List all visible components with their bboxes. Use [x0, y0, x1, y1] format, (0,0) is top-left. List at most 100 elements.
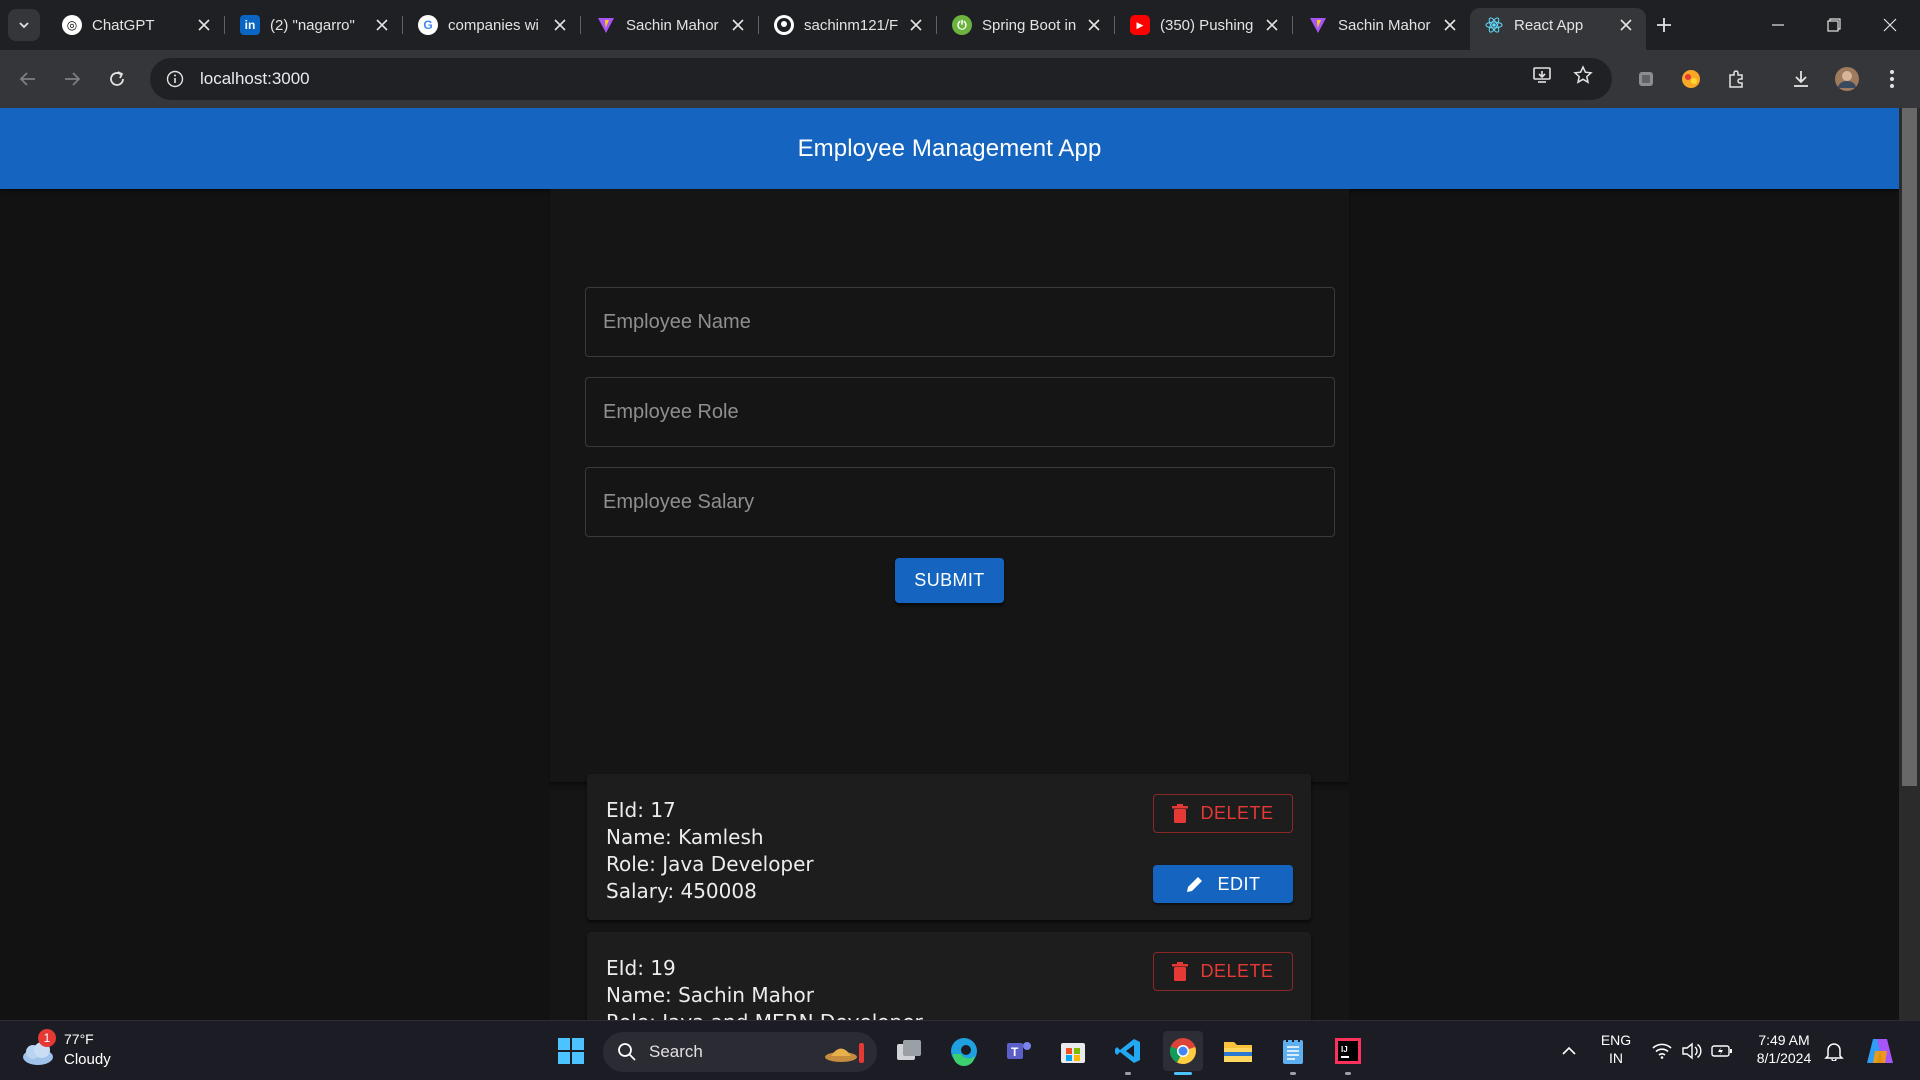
close-icon[interactable] — [728, 15, 748, 35]
minimize-button[interactable] — [1750, 0, 1806, 50]
edge-button[interactable] — [944, 1031, 984, 1071]
browser-tab-vite-1[interactable]: Sachin Mahor — [582, 8, 758, 42]
plus-icon — [1657, 18, 1671, 32]
browser-tab-chatgpt[interactable]: ◎ ChatGPT — [48, 8, 224, 42]
browser-tab-spring[interactable]: ⏻ Spring Boot in — [938, 8, 1114, 42]
back-button[interactable] — [12, 63, 44, 95]
teams-icon: T — [1007, 1042, 1031, 1059]
browser-tab-vite-2[interactable]: Sachin Mahor — [1294, 8, 1470, 42]
browser-tab-github[interactable]: sachinm121/F — [760, 8, 936, 42]
restore-button[interactable] — [1806, 0, 1862, 50]
notepad-icon — [1283, 1038, 1303, 1064]
tab-search-button[interactable] — [8, 9, 40, 41]
intellij-button[interactable]: IJ — [1328, 1031, 1368, 1075]
close-icon[interactable] — [550, 15, 570, 35]
close-window-button[interactable] — [1862, 0, 1918, 50]
trash-icon — [1172, 961, 1189, 981]
start-button[interactable] — [551, 1031, 591, 1071]
delete-button[interactable]: DELETE — [1153, 794, 1293, 833]
extensions-puzzle-icon[interactable] — [1720, 63, 1752, 95]
tab-separator — [1114, 16, 1115, 34]
submit-button[interactable]: SUBMIT — [895, 558, 1004, 603]
tab-title: React App — [1514, 16, 1584, 34]
notifications-button[interactable] — [1816, 1031, 1852, 1071]
spring-icon: ⏻ — [952, 15, 972, 35]
svg-text:T: T — [1011, 1045, 1019, 1059]
chrome-icon — [1169, 1038, 1196, 1065]
employee-card: EId: 19 Name: Sachin Mahor Role: Java an… — [587, 932, 1311, 1020]
new-tab-button[interactable] — [1650, 11, 1678, 39]
address-bar[interactable]: localhost:3000 — [150, 58, 1612, 100]
copilot-button[interactable] — [1860, 1031, 1900, 1071]
employee-salary-field[interactable] — [585, 467, 1335, 537]
browser-tab-strip: ◎ ChatGPT in (2) "nagarro" G companies w… — [0, 0, 1920, 50]
employee-salary-input[interactable] — [603, 490, 1334, 514]
close-icon[interactable] — [1084, 15, 1104, 35]
colorful-extension-icon[interactable] — [1675, 63, 1707, 95]
windows-icon — [558, 1038, 584, 1064]
clock[interactable]: 7:49 AM 8/1/2024 — [1748, 1031, 1820, 1067]
close-icon[interactable] — [372, 15, 392, 35]
running-indicator — [1290, 1072, 1296, 1075]
pencil-icon — [1187, 875, 1205, 892]
folder-icon — [1224, 1042, 1252, 1062]
vscode-button[interactable] — [1108, 1031, 1148, 1075]
volume-icon — [1682, 1042, 1702, 1060]
tab-separator — [580, 16, 581, 34]
profile-avatar[interactable] — [1831, 63, 1863, 95]
close-icon[interactable] — [1262, 15, 1282, 35]
weather-widget[interactable]: 1 77°F Cloudy — [20, 1029, 130, 1073]
arrow-right-icon — [65, 72, 81, 86]
taskbar-search[interactable]: Search — [603, 1032, 877, 1072]
store-icon — [1061, 1043, 1085, 1063]
url-text[interactable]: localhost:3000 — [200, 69, 310, 89]
bookmark-star-icon[interactable] — [1568, 60, 1598, 90]
employee-name-field[interactable] — [585, 287, 1335, 357]
search-highlight-icon — [825, 1043, 864, 1063]
browser-tab-google[interactable]: G companies wi — [404, 8, 580, 42]
tab-title: Sachin Mahor — [626, 16, 719, 34]
delete-button[interactable]: DELETE — [1153, 952, 1293, 991]
close-icon[interactable] — [194, 15, 214, 35]
browser-tab-youtube[interactable]: ▶ (350) Pushing — [1116, 8, 1292, 42]
close-icon — [1883, 18, 1897, 32]
chevron-up-icon — [1562, 1046, 1576, 1055]
close-icon[interactable] — [1440, 15, 1460, 35]
extension-icon[interactable] — [1630, 63, 1662, 95]
browser-tab-linkedin[interactable]: in (2) "nagarro" — [226, 8, 402, 42]
task-view-button[interactable] — [889, 1031, 929, 1071]
tab-separator — [936, 16, 937, 34]
edit-label: EDIT — [1217, 873, 1261, 894]
file-explorer-button[interactable] — [1218, 1031, 1258, 1071]
chrome-button[interactable] — [1163, 1031, 1203, 1075]
close-icon[interactable] — [906, 15, 926, 35]
download-icon[interactable] — [1785, 63, 1817, 95]
reload-button[interactable] — [101, 63, 133, 95]
employee-role-input[interactable] — [603, 400, 1334, 424]
tab-title: Spring Boot in — [982, 16, 1077, 34]
show-hidden-icons-button[interactable] — [1549, 1031, 1589, 1071]
linkedin-icon: in — [240, 15, 260, 35]
language-indicator[interactable]: ENG IN — [1592, 1031, 1640, 1067]
running-indicator — [1345, 1072, 1351, 1075]
weather-temperature: 77°F — [64, 1031, 94, 1047]
trash-icon — [1172, 803, 1189, 823]
scrollbar-thumb[interactable] — [1902, 108, 1917, 786]
browser-tab-react-app[interactable]: React App — [1470, 8, 1646, 50]
chatgpt-icon: ◎ — [62, 15, 82, 35]
browser-menu-icon[interactable] — [1876, 63, 1908, 95]
notepad-button[interactable] — [1273, 1031, 1313, 1075]
site-info-icon[interactable] — [154, 58, 196, 100]
forward-button[interactable] — [56, 63, 88, 95]
vite-icon — [1308, 15, 1328, 35]
delete-label: DELETE — [1200, 961, 1274, 981]
teams-button[interactable]: T — [998, 1031, 1038, 1071]
install-app-icon[interactable] — [1527, 60, 1557, 90]
battery-button[interactable] — [1704, 1031, 1740, 1071]
store-button[interactable] — [1053, 1031, 1093, 1071]
employee-role: Role: Java Developer — [606, 852, 814, 876]
employee-name-input[interactable] — [603, 310, 1334, 334]
edit-button[interactable]: EDIT — [1153, 865, 1293, 903]
close-icon[interactable] — [1616, 15, 1636, 35]
employee-role-field[interactable] — [585, 377, 1335, 447]
